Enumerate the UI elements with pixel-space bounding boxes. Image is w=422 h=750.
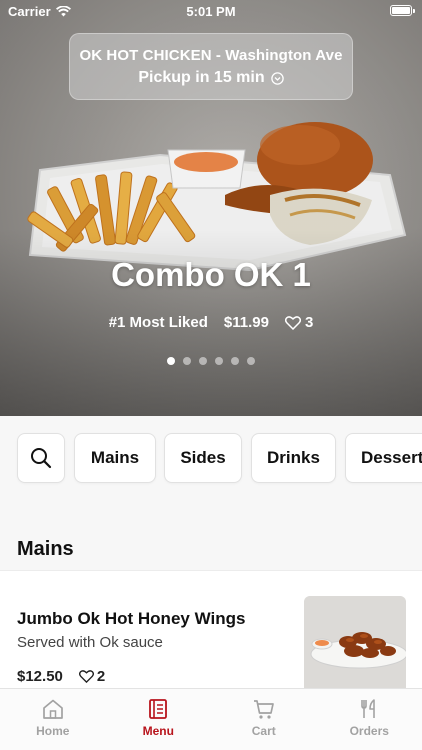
search-icon: [31, 448, 52, 469]
cart-icon: [253, 700, 274, 719]
menu-item-description: Served with Ok sauce: [17, 634, 163, 651]
menu-book-icon: [149, 699, 168, 719]
carousel-dot[interactable]: [247, 357, 255, 365]
pickup-time: Pickup in 15 min: [70, 69, 352, 87]
heart-icon: [284, 315, 301, 330]
category-bar: Mains Sides Drinks Dessert: [0, 416, 422, 500]
menu-item-like-count: 2: [96, 668, 106, 685]
menu-item-likes: 2: [78, 668, 106, 685]
carousel-dot[interactable]: [167, 357, 175, 365]
menu-item-image: [304, 596, 406, 698]
status-bar: Carrier 5:01 PM: [0, 0, 422, 22]
category-chip-sides[interactable]: Sides: [164, 433, 242, 483]
category-chip-mains[interactable]: Mains: [74, 433, 156, 483]
carousel-dots[interactable]: [0, 357, 422, 365]
menu-item-card[interactable]: Jumbo Ok Hot Honey Wings Served with Ok …: [0, 570, 422, 700]
battery-icon: [390, 5, 415, 16]
menu-item-meta: $12.50 2: [17, 668, 105, 685]
heart-icon: [78, 670, 94, 683]
menu-item-name: Jumbo Ok Hot Honey Wings: [17, 609, 246, 628]
featured-item-badge: #1 Most Liked: [108, 314, 208, 331]
tab-cart[interactable]: Cart: [211, 689, 317, 750]
tab-home-label: Home: [36, 724, 70, 738]
featured-item-like-count: 3: [304, 314, 314, 331]
pickup-label: Pickup in 15 min: [138, 69, 265, 86]
category-chip-drinks[interactable]: Drinks: [251, 433, 336, 483]
featured-item-price: $11.99: [223, 314, 269, 331]
menu-item-price: $12.50: [17, 668, 63, 685]
tab-orders[interactable]: Orders: [317, 689, 422, 750]
tab-orders-label: Orders: [349, 724, 389, 738]
fork-knife-icon: [361, 699, 376, 718]
tab-bar: Home Menu Cart Orders: [0, 688, 422, 750]
tab-home[interactable]: Home: [0, 689, 106, 750]
app-screen: Carrier 5:01 PM OK HOT CHICKEN - Washing…: [0, 0, 422, 750]
carousel-dot[interactable]: [215, 357, 223, 365]
store-selector[interactable]: OK HOT CHICKEN - Washington Ave Pickup i…: [69, 33, 353, 100]
carousel-dot[interactable]: [199, 357, 207, 365]
featured-item-hero[interactable]: Carrier 5:01 PM OK HOT CHICKEN - Washing…: [0, 0, 422, 416]
carousel-dot[interactable]: [183, 357, 191, 365]
clock: 5:01 PM: [186, 4, 236, 19]
home-icon: [42, 699, 63, 719]
featured-item-meta: #1 Most Liked $11.99 3: [0, 314, 422, 331]
tab-menu-label: Menu: [142, 724, 174, 738]
tab-cart-label: Cart: [251, 724, 276, 738]
section-title: Mains: [17, 538, 74, 560]
featured-item-title: Combo OK 1: [111, 256, 311, 293]
store-name: OK HOT CHICKEN - Washington Ave: [79, 47, 343, 64]
search-button[interactable]: [17, 433, 65, 483]
carousel-dot[interactable]: [231, 357, 239, 365]
category-chip-dessert[interactable]: Dessert: [345, 433, 422, 483]
tab-menu[interactable]: Menu: [106, 689, 212, 750]
chevron-down-circle-icon: [270, 71, 284, 85]
featured-item-likes: 3: [284, 314, 314, 331]
